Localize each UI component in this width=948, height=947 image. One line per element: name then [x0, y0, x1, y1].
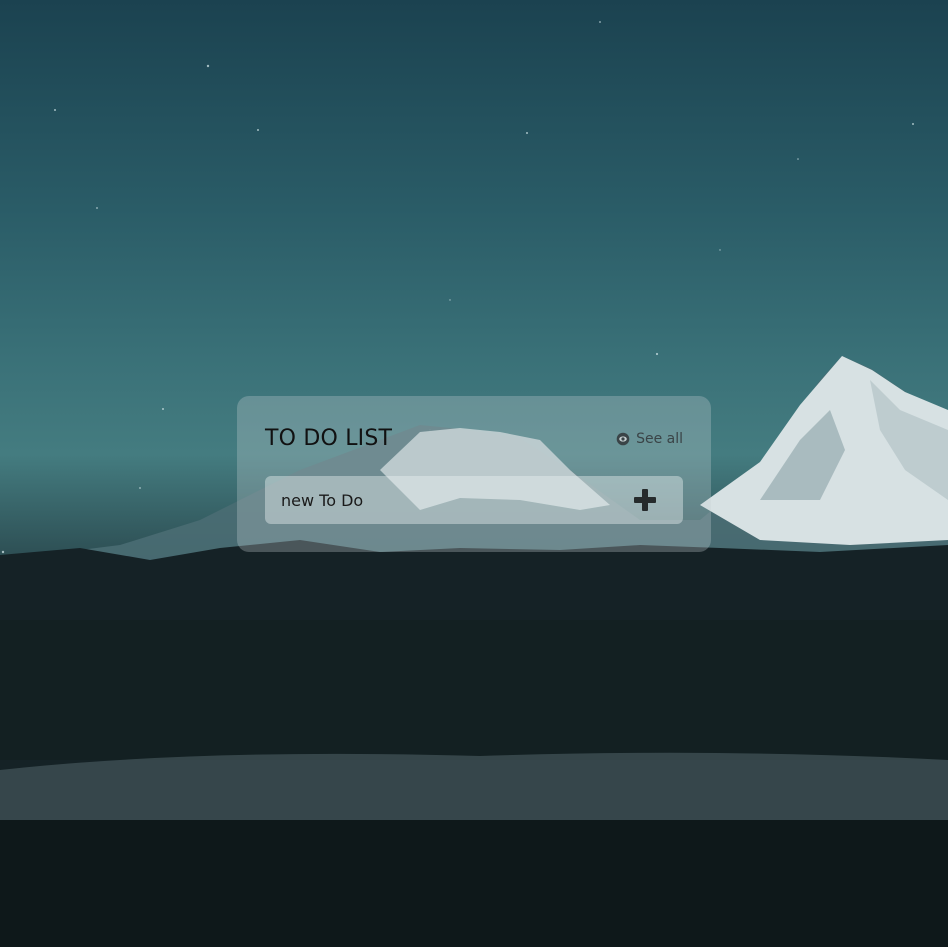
- add-todo-button[interactable]: [631, 486, 659, 514]
- see-all-label: See all: [636, 431, 683, 447]
- app-background: TO DO LIST See all: [0, 0, 948, 947]
- new-todo-row: [265, 476, 683, 524]
- see-all-link[interactable]: See all: [616, 431, 683, 447]
- todo-card: TO DO LIST See all: [237, 396, 711, 552]
- new-todo-input[interactable]: [265, 476, 605, 524]
- eye-icon: [616, 432, 630, 446]
- plus-icon: [631, 489, 659, 517]
- card-title: TO DO LIST: [265, 426, 393, 451]
